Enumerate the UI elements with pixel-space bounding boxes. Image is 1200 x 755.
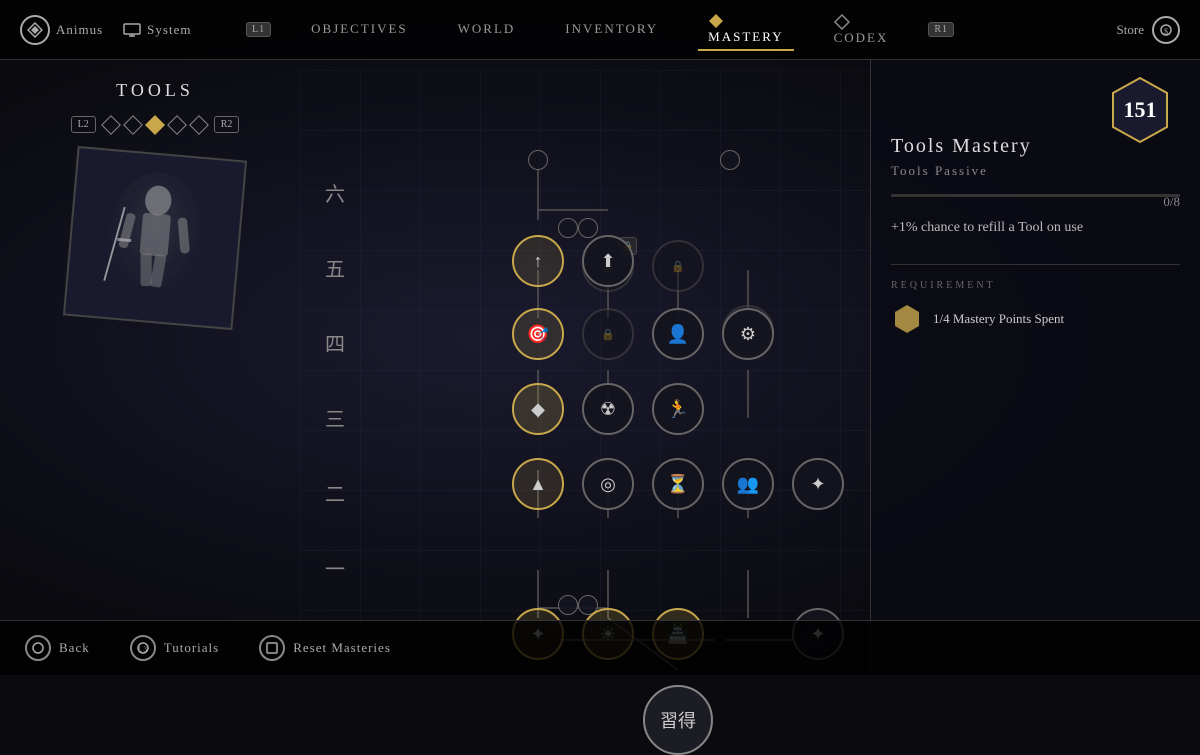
back-button[interactable]: Back [25,635,90,661]
store-nav-item[interactable]: Store $ [1117,16,1180,44]
back-label: Back [59,640,90,656]
reset-masteries-label: Reset Masteries [293,640,391,656]
node-row2-col2[interactable]: ◎ [582,458,634,510]
nav-center-group: L1 Objectives World Inventory Mastery Co… [246,8,954,51]
right-panel: 151 Tools Mastery Tools Passive 0/8 +1% … [870,60,1200,675]
progress-bar-container: 0/8 [891,194,1180,197]
nodes-area: 🔒 🔒 🔒 ↑ ⬆ 🔒 🎯 🔒 👤 [360,140,850,670]
node-row3-col3[interactable]: 🏃 [652,383,704,435]
world-nav-item[interactable]: World [448,17,526,41]
requirement-text: 1/4 Mastery Points Spent [933,311,1064,327]
node-row2-col1[interactable]: ▲ [512,458,564,510]
character-silhouette [89,158,222,318]
progress-text: 0/8 [1163,194,1180,210]
mastery-nav-item[interactable]: Mastery [698,8,793,51]
tier-badge-right: R2 [214,116,240,133]
character-card [63,146,247,330]
objectives-badge-label: L1 [246,22,271,37]
node-row4-col1[interactable]: 🎯 [512,308,564,360]
requirement-label: REQUIREMENT [891,264,1180,291]
skill-description: +1% chance to refill a Tool on use [891,217,1180,239]
row-label-6: 六 [325,178,345,207]
tier-selector: L2 R2 [71,116,240,133]
codex-diamond-icon [834,14,850,30]
requirement-item: 1/4 Mastery Points Spent [891,303,1180,335]
mastery-number: 151 [1124,97,1157,123]
system-icon [123,23,141,37]
tier-dot-2[interactable] [123,115,143,135]
circle-icon [31,641,45,655]
node-row3-col1[interactable]: ◆ [512,383,564,435]
tier-badge-left: L2 [71,116,96,133]
tier-dot-5[interactable] [189,115,209,135]
animus-icon [20,15,50,45]
back-btn-icon [25,635,51,661]
character-card-inner [63,146,247,330]
skill-tree-panel: 🔒 🔒 🔒 ↑ ⬆ 🔒 🎯 🔒 👤 [310,60,870,675]
objectives-badge: L1 [246,22,271,37]
row-label-2: 二 [325,478,345,507]
store-icon: $ [1152,16,1180,44]
reset-icon [265,641,279,655]
tutorials-icon: L3 [136,641,150,655]
inventory-nav-item[interactable]: Inventory [555,17,668,41]
objectives-nav-item[interactable]: Objectives [301,17,418,41]
learn-button[interactable]: 習得 [643,685,713,755]
codex-nav-item[interactable]: Codex [824,9,899,50]
svg-text:L3: L3 [138,646,148,654]
node-row5-small-1 [558,218,578,238]
node-row2-col4[interactable]: 👥 [722,458,774,510]
nav-left-group: Animus System [20,15,191,45]
system-label: System [147,22,191,38]
mastery-diamond-icon [708,13,724,29]
row-label-1: 一 [325,553,345,582]
tier-dot-4[interactable] [167,115,187,135]
tutorials-btn-icon: L3 [130,635,156,661]
progress-bar-bg [891,194,1180,197]
node-row5-col2[interactable]: ⬆ [582,235,634,287]
node-row1-small-1 [558,595,578,615]
skill-subtitle: Tools Passive [891,163,1180,179]
node-row4-col4[interactable]: ⚙ [722,308,774,360]
codex-badge-label: R1 [928,22,954,37]
mastery-counter: 151 [1105,75,1175,145]
node-row2-col3[interactable]: ⏳ [652,458,704,510]
node-row5-col1[interactable]: ↑ [512,235,564,287]
row-label-4: 四 [325,328,345,357]
requirement-hex [891,303,923,335]
section-title: TOOLS [116,80,194,101]
animus-nav-item[interactable]: Animus [20,15,103,45]
tier-dot-1[interactable] [101,115,121,135]
system-nav-item[interactable]: System [123,22,191,38]
node-row6-small-1 [528,150,548,170]
tutorials-button[interactable]: L3 Tutorials [130,635,219,661]
tutorials-label: Tutorials [164,640,219,656]
node-row4-col2[interactable]: 🔒 [582,308,634,360]
node-row6-lock-2[interactable]: 🔒 [652,240,704,292]
store-label: Store [1117,22,1144,38]
node-row5-small-2 [578,218,598,238]
reset-masteries-button[interactable]: Reset Masteries [259,635,391,661]
codex-badge: R1 [928,22,954,37]
row-label-5: 五 [325,253,345,282]
svg-text:$: $ [1164,27,1168,36]
reset-btn-icon [259,635,285,661]
node-row3-col2[interactable]: ☢ [582,383,634,435]
animus-label: Animus [56,22,103,38]
req-hex-icon [891,303,923,335]
row-label-3: 三 [325,403,345,432]
top-navigation: Animus System L1 Objectives World Invent… [0,0,1200,60]
bottom-bar: Back L3 Tutorials Reset Masteries [0,620,1200,675]
tier-dot-3-filled[interactable] [145,115,165,135]
left-panel: TOOLS L2 R2 [0,60,310,675]
node-row2-col5[interactable]: ✦ [792,458,844,510]
node-row4-col3[interactable]: 👤 [652,308,704,360]
node-row6-small-2 [720,150,740,170]
